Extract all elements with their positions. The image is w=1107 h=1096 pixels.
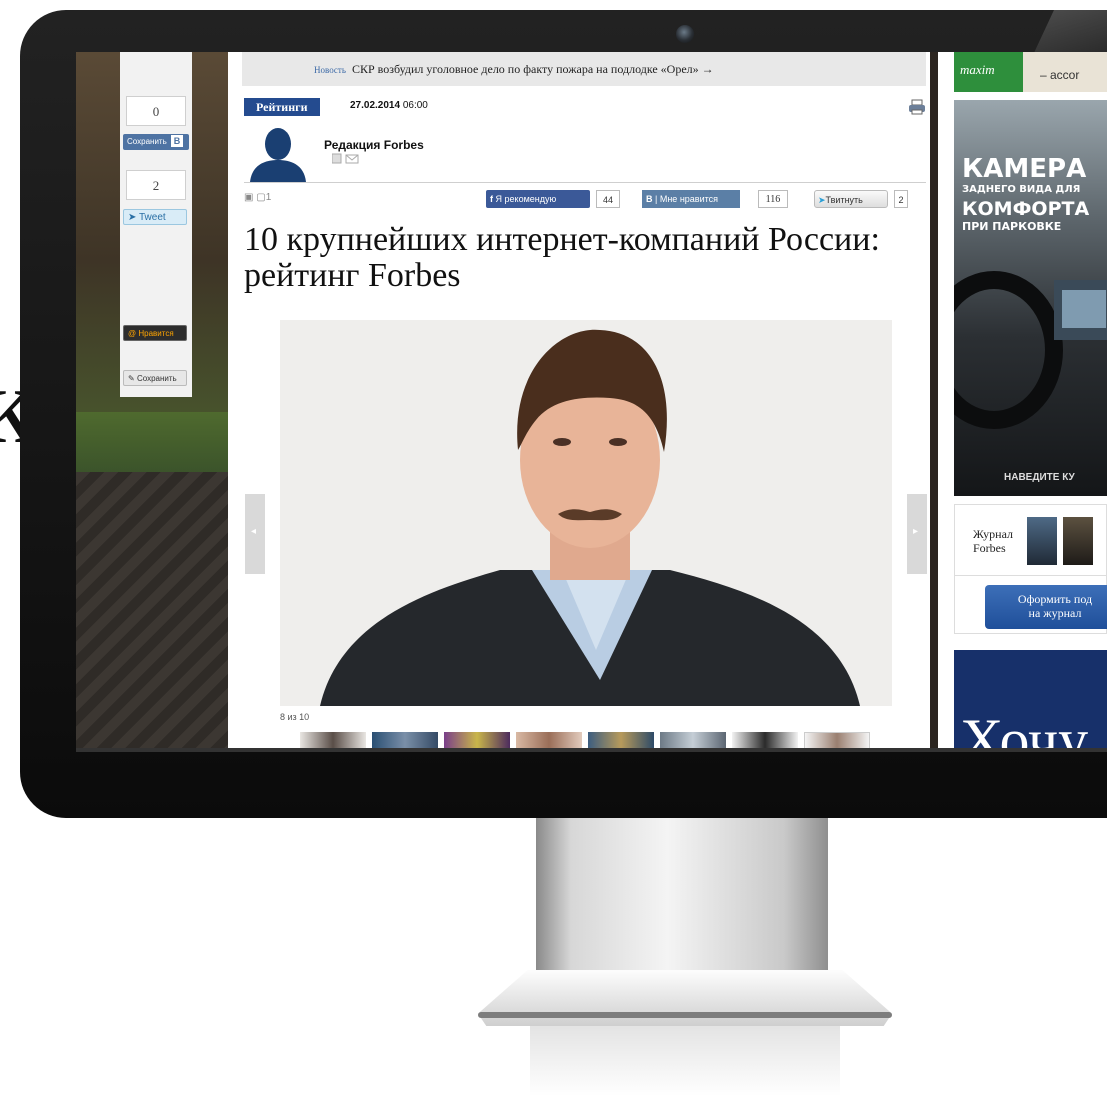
vk-share-count: 0	[126, 96, 186, 126]
vk-like-count: 116	[758, 190, 788, 208]
vk-icon: В	[646, 194, 653, 204]
right-sidebar: maxim – accor КАМЕРА ЗАДНЕГО ВИДА ДЛЯ КО…	[938, 52, 1107, 748]
comment-icon: ▢	[256, 192, 266, 203]
magazine-divider	[955, 575, 1107, 576]
at-icon: @	[128, 329, 139, 338]
article-content: Новость СКР возбудил уголовное дело по фа…	[228, 52, 930, 748]
magazine-label-line2: Forbes	[973, 541, 1006, 555]
car-camera-ad[interactable]: КАМЕРА ЗАДНЕГО ВИДА ДЛЯ КОМФОРТА ПРИ ПАР…	[954, 100, 1107, 496]
livejournal-save-label: Сохранить	[136, 374, 177, 383]
ad-footer-text: НАВЕДИТЕ КУ	[1004, 472, 1075, 483]
vk-like-button[interactable]: В | Мне нравится	[642, 190, 740, 208]
author-avatar	[250, 128, 306, 182]
magazine-widget: Журнал Forbes Оформить под на журнал	[954, 504, 1107, 634]
comment-count: 1	[265, 192, 272, 203]
top-banner-ad[interactable]: maxim – accor	[954, 52, 1107, 92]
subscribe-button[interactable]: Оформить под на журнал	[985, 585, 1107, 629]
chevron-left-icon: ◂	[251, 526, 257, 537]
article-headline: 10 крупнейших интернет-компаний России: …	[244, 221, 880, 294]
twitter-bird-icon: ➤	[818, 195, 826, 205]
thumbnail[interactable]	[660, 732, 726, 748]
slide-counter: 8 из 10	[280, 712, 310, 722]
thumbnail-selected[interactable]	[804, 732, 870, 748]
publish-time: 06:00	[402, 100, 428, 111]
news-ticker-text[interactable]: СКР возбудил уголовное дело по факту пож…	[352, 62, 714, 76]
ad-top-brand: maxim	[960, 62, 995, 77]
vk-save-button[interactable]: Сохранить В	[123, 134, 189, 150]
twitter-share-label: Твитнуть	[825, 195, 863, 205]
magazine-label-line1: Журнал	[973, 527, 1014, 541]
subscribe-label-2: на журнал	[1028, 606, 1082, 620]
rss-mail-icon[interactable]	[332, 153, 360, 165]
thumbnail[interactable]	[732, 732, 798, 748]
author-name[interactable]: Редакция Forbes	[324, 138, 424, 152]
ad-headline-2: ЗАДНЕГО ВИДА ДЛЯ	[962, 184, 1081, 195]
facebook-label: Я рекомендую	[495, 194, 557, 204]
thumbnail[interactable]	[444, 732, 510, 748]
article-photo[interactable]	[280, 320, 892, 706]
magazine-cover[interactable]	[1027, 517, 1057, 565]
pencil-icon: ✎	[128, 374, 137, 383]
publish-date-day: 27.02.2014	[350, 100, 401, 111]
chevron-right-icon: ▸	[913, 526, 919, 537]
webcam	[676, 25, 694, 43]
news-ticker[interactable]: Новость СКР возбудил уголовное дело по фа…	[242, 52, 926, 86]
tweet-button[interactable]: ➤ Tweet	[123, 209, 187, 225]
meta-divider	[244, 182, 926, 183]
magazine-cover[interactable]	[1063, 517, 1093, 565]
twitter-bird-icon: ➤	[128, 212, 139, 223]
mailru-like-button[interactable]: @ Нравится	[123, 325, 187, 341]
ad-top-text: – accor	[1040, 68, 1080, 82]
car-interior-image	[954, 271, 1107, 429]
next-slide-button[interactable]: ▸	[907, 494, 927, 574]
thumbnail[interactable]	[516, 732, 582, 748]
photo-comment-count: ▣ ▢1	[244, 192, 271, 203]
mailru-like-label: Нравится	[138, 329, 174, 338]
magazine-label: Журнал Forbes	[973, 527, 1013, 555]
monitor-stand-neck	[536, 818, 828, 978]
publish-date: 27.02.2014 06:00	[350, 100, 428, 111]
facebook-recommend-button[interactable]: f Я рекомендую	[486, 190, 590, 208]
thumbnail[interactable]	[372, 732, 438, 748]
screen-bottom-edge	[76, 748, 1107, 752]
ad-headline-4: ПРИ ПАРКОВКЕ	[962, 220, 1062, 233]
news-ticker-label: Новость	[314, 65, 346, 75]
twitter-count: 2	[894, 190, 908, 208]
thumbnail[interactable]	[588, 732, 654, 748]
vk-icon: В	[170, 135, 184, 147]
portrait-image	[280, 320, 892, 706]
rubric-tag[interactable]: Рейтинги	[244, 98, 320, 116]
thumbnail[interactable]	[300, 732, 366, 748]
stand-reflection	[530, 1026, 840, 1096]
tweet-count: 2	[126, 170, 186, 200]
subscribe-label-1: Оформить под	[1017, 592, 1093, 606]
twitter-share-button[interactable]: ➤Твитнуть	[814, 190, 888, 208]
print-icon[interactable]	[908, 99, 926, 115]
monitor-screen: 0 Сохранить В 2 ➤ Tweet @ Нравится ✎ Сохр…	[76, 52, 1107, 748]
livejournal-save-button[interactable]: ✎ Сохранить	[123, 370, 187, 386]
ad-headline-1: КАМЕРА	[962, 154, 1087, 184]
ad-headline-3: КОМФОРТА	[962, 198, 1090, 220]
tweet-label: Tweet	[138, 212, 166, 223]
previous-slide-button[interactable]: ◂	[245, 494, 265, 574]
monitor-stand-edge	[478, 1012, 892, 1018]
facebook-count: 44	[596, 190, 620, 208]
vk-save-label: Сохранить	[127, 137, 167, 146]
bottom-banner-ad[interactable]: Хочу	[954, 650, 1107, 748]
background-pavement	[76, 472, 231, 748]
thumbnail-strip	[300, 732, 880, 748]
camera-icon: ▣	[244, 192, 254, 203]
bottom-ad-text: Хочу	[960, 707, 1089, 748]
vk-like-label: Мне нравится	[659, 194, 719, 204]
share-sidebar: 0 Сохранить В 2 ➤ Tweet @ Нравится ✎ Сохр…	[120, 52, 192, 397]
